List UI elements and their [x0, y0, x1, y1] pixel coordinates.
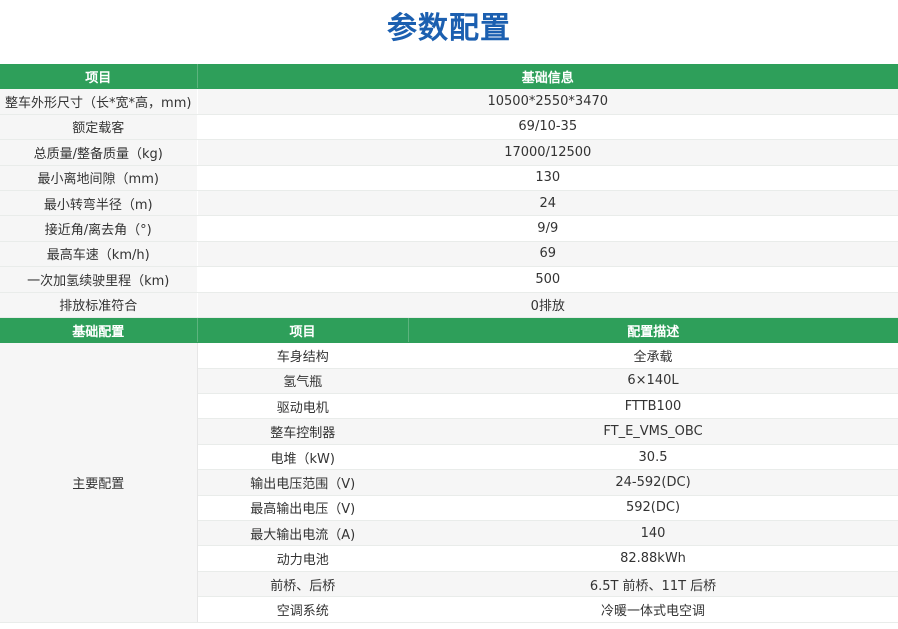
config-desc: 82.88kWh	[408, 545, 898, 572]
basic-info-header-row: 项目 基础信息	[0, 64, 898, 90]
config-item: 整车控制器	[197, 418, 408, 445]
config-item: 驱动电机	[197, 393, 408, 420]
spec-value: 0排放	[197, 292, 898, 318]
spec-table: 项目 基础信息 整车外形尺寸（长*宽*高，mm) 10500*2550*3470 额…	[0, 64, 898, 623]
spec-label: 最小转弯半径（m)	[0, 190, 198, 217]
config-item: 电堆（kW)	[197, 444, 408, 471]
config-desc: 140	[408, 520, 898, 547]
table-row: 整车外形尺寸（长*宽*高，mm) 10500*2550*3470	[0, 88, 898, 115]
table-row: 最小转弯半径（m) 24	[0, 190, 898, 217]
table-row: 主要配置 车身结构 全承载	[0, 342, 898, 623]
spec-value: 24	[197, 190, 898, 217]
spec-label: 整车外形尺寸（长*宽*高，mm)	[0, 88, 198, 115]
header-item: 项目	[197, 317, 409, 344]
table-row: 额定载客 69/10-35	[0, 114, 898, 141]
spec-label: 接近角/离去角（°)	[0, 215, 198, 242]
spec-table-body: 项目 基础信息 整车外形尺寸（长*宽*高，mm) 10500*2550*3470 额…	[0, 64, 898, 623]
spec-value: 69/10-35	[197, 114, 898, 141]
config-item: 动力电池	[197, 545, 408, 572]
spec-label: 排放标准符合	[0, 292, 198, 318]
config-desc: 全承载	[408, 342, 898, 369]
spec-label: 总质量/整备质量（kg)	[0, 139, 198, 166]
config-item: 最高输出电压（V)	[197, 495, 408, 522]
config-desc: 592(DC)	[408, 495, 898, 522]
page-title: 参数配置	[387, 11, 511, 46]
config-item: 前桥、后桥	[197, 571, 408, 598]
table-row: 接近角/离去角（°) 9/9	[0, 215, 898, 242]
header-basic-config: 基础配置	[0, 317, 198, 344]
config-item: 车身结构	[197, 342, 408, 369]
config-item: 氢气瓶	[197, 368, 408, 395]
table-row: 最小离地间隙（mm) 130	[0, 165, 898, 191]
config-desc: 24-592(DC)	[408, 469, 898, 496]
spec-label: 一次加氢续驶里程（km)	[0, 266, 198, 293]
config-desc: 6.5T 前桥、11T 后桥	[408, 571, 898, 598]
spec-value: 130	[197, 165, 898, 191]
config-desc: FT_E_VMS_OBC	[408, 418, 898, 445]
header-basic-info: 基础信息	[197, 64, 898, 90]
config-desc: 6×140L	[408, 368, 898, 395]
config-item: 空调系统	[197, 596, 408, 623]
spec-value: 17000/12500	[197, 139, 898, 166]
config-desc: 冷暖一体式电空调	[408, 596, 898, 623]
spec-label: 额定载客	[0, 114, 198, 141]
spec-value: 10500*2550*3470	[197, 88, 898, 115]
header-config-desc: 配置描述	[408, 317, 898, 344]
table-row: 最高车速（km/h) 69	[0, 241, 898, 268]
table-row: 排放标准符合 0排放	[0, 292, 898, 318]
config-item: 最大输出电流（A)	[197, 520, 408, 547]
header-item: 项目	[0, 64, 198, 90]
table-row: 总质量/整备质量（kg) 17000/12500	[0, 139, 898, 166]
spec-value: 69	[197, 241, 898, 268]
table-row: 一次加氢续驶里程（km) 500	[0, 266, 898, 293]
spec-label: 最高车速（km/h)	[0, 241, 198, 268]
spec-value: 500	[197, 266, 898, 293]
spec-label: 最小离地间隙（mm)	[0, 165, 198, 191]
spec-page: 参数配置 项目 基础信息 整车外形尺寸（长*宽*高，mm) 10500*2550*…	[0, 0, 898, 629]
config-desc: FTTB100	[408, 393, 898, 420]
config-header-row: 基础配置 项目 配置描述	[0, 317, 898, 344]
spec-value: 9/9	[197, 215, 898, 242]
config-group-label: 主要配置	[0, 342, 198, 623]
config-desc: 30.5	[408, 444, 898, 471]
config-item: 输出电压范围（V)	[197, 469, 408, 496]
